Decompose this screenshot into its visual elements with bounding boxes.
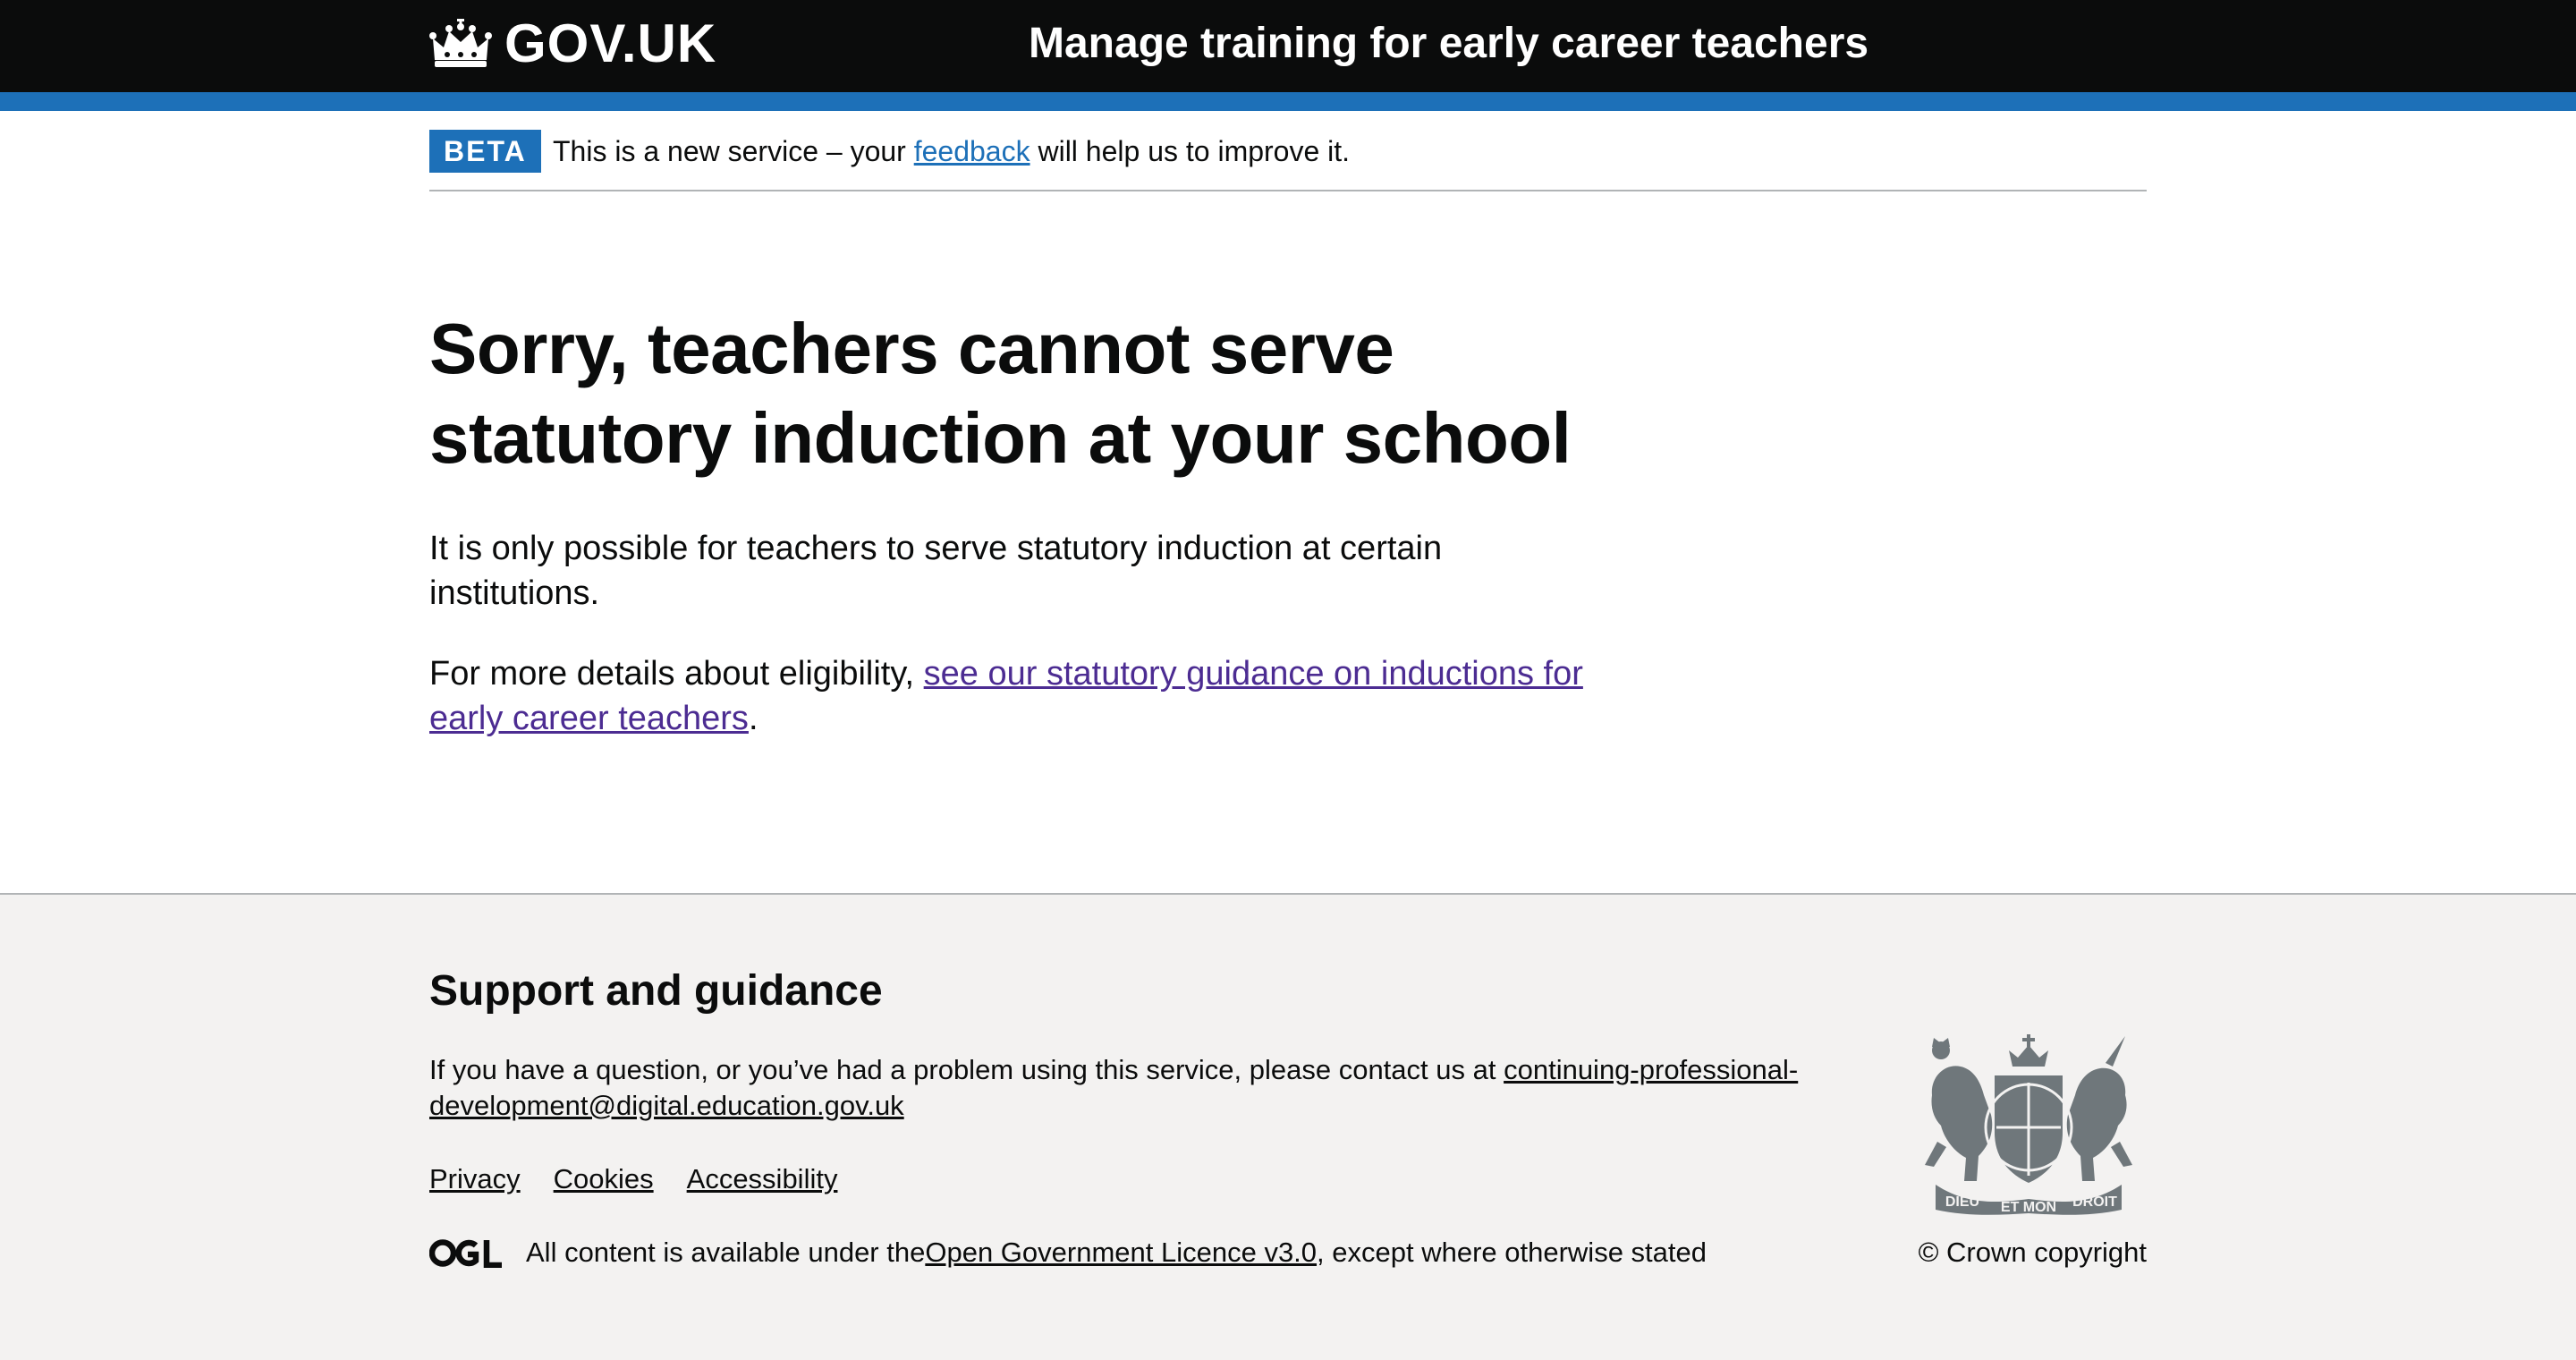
crest-motto-middle: ET MON — [2001, 1200, 2056, 1215]
guidance-paragraph: For more details about eligibility, see … — [429, 651, 1592, 741]
explanation-paragraph: It is only possible for teachers to serv… — [429, 530, 1443, 612]
crest-motto-left: DIEU — [1945, 1194, 1979, 1210]
footer-links: Privacy Cookies Accessibility — [429, 1161, 870, 1197]
licence-text-before: All content is available under the — [526, 1237, 926, 1268]
open-government-licence-link[interactable]: Open Government Licence v3.0 — [925, 1231, 1317, 1274]
site-header: GOV.UK Manage training for early career … — [0, 0, 2576, 92]
beta-tag: BETA — [429, 130, 541, 173]
feedback-link[interactable]: feedback — [914, 135, 1030, 167]
phase-banner: BETA This is a new service – your feedba… — [429, 111, 2147, 191]
royal-coat-of-arms: DIEU ET MON DROIT — [1925, 1034, 2132, 1215]
accessibility-link[interactable]: Accessibility — [687, 1161, 838, 1197]
main-content: Sorry, teachers cannot serve statutory i… — [429, 304, 1592, 741]
phase-text-before: This is a new service – your — [553, 135, 914, 167]
licence-row: All content is available under the Open … — [429, 1231, 1707, 1274]
ogl-logo-icon — [429, 1238, 502, 1268]
licence-text-after: , except where otherwise stated — [1317, 1237, 1707, 1268]
service-name-link[interactable]: Manage training for early career teacher… — [1029, 16, 1868, 72]
support-text-before: If you have a question, or you’ve had a … — [429, 1054, 1504, 1085]
crown-copyright-link[interactable]: © Crown copyright — [1919, 1231, 2147, 1274]
crown-icon — [429, 19, 492, 67]
govuk-logo-link[interactable]: GOV.UK — [429, 16, 716, 72]
header-blue-stripe — [0, 92, 2576, 111]
crest-motto-right: DROIT — [2072, 1194, 2117, 1210]
logo-text: GOV.UK — [504, 13, 717, 73]
guidance-text-after: . — [748, 700, 758, 737]
phase-banner-text: This is a new service – your feedback wi… — [553, 130, 1350, 173]
page-title: Sorry, teachers cannot serve statutory i… — [429, 309, 1572, 478]
phase-text-after: will help us to improve it. — [1030, 135, 1351, 167]
privacy-link[interactable]: Privacy — [429, 1161, 521, 1197]
cookies-link[interactable]: Cookies — [554, 1161, 654, 1197]
footer-heading: Support and guidance — [429, 967, 883, 1015]
support-text: If you have a question, or you’ve had a … — [429, 1052, 1825, 1124]
guidance-text-before: For more details about eligibility, — [429, 655, 924, 693]
site-footer: Support and guidance If you have a quest… — [0, 893, 2576, 1360]
